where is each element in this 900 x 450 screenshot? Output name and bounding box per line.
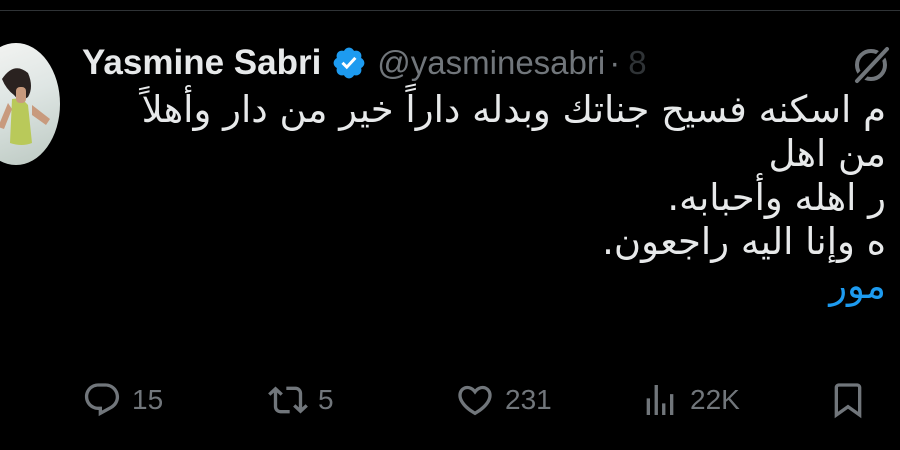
author-name[interactable]: Yasmine Sabri <box>82 43 321 83</box>
like-icon <box>458 385 492 416</box>
retweet-count: 5 <box>318 384 334 415</box>
view-count: 22K <box>690 384 740 415</box>
separator-dot: · <box>609 44 621 81</box>
like-count: 231 <box>505 384 552 415</box>
bookmark-icon <box>834 383 862 419</box>
retweet-icon <box>268 386 308 414</box>
top-divider <box>0 10 900 11</box>
tweet-line: ه وإنا اليه راجعون. <box>602 220 886 263</box>
tweet-line: ر اهله وأحبابه. <box>667 176 886 219</box>
timestamp[interactable]: 8 <box>628 44 646 82</box>
like-button[interactable]: 231 <box>455 375 552 425</box>
tweet-actions: 15 5 231 22K <box>0 375 900 425</box>
tweet-header: Yasmine Sabri @yasminesabri · 8 <box>82 40 647 86</box>
avatar-photo <box>0 68 50 145</box>
tweet-text: م اسكنه فسيح جناتك وبدله داراً خير من دا… <box>86 88 886 308</box>
reply-count: 15 <box>132 384 164 415</box>
avatar[interactable] <box>0 43 60 165</box>
reply-button[interactable]: 15 <box>82 375 163 425</box>
tweet-line: من اهل <box>768 132 886 175</box>
author-handle[interactable]: @yasminesabri <box>377 44 605 82</box>
views-icon <box>646 385 674 415</box>
grok-icon[interactable] <box>848 42 894 88</box>
show-more-link[interactable]: مور <box>86 264 886 308</box>
reply-icon <box>84 383 120 417</box>
verified-badge-icon <box>333 47 365 79</box>
views-button[interactable]: 22K <box>640 375 740 425</box>
bookmark-button[interactable] <box>828 375 868 425</box>
retweet-button[interactable]: 5 <box>268 375 334 425</box>
tweet-line: م اسكنه فسيح جناتك وبدله داراً خير من دا… <box>141 88 886 131</box>
